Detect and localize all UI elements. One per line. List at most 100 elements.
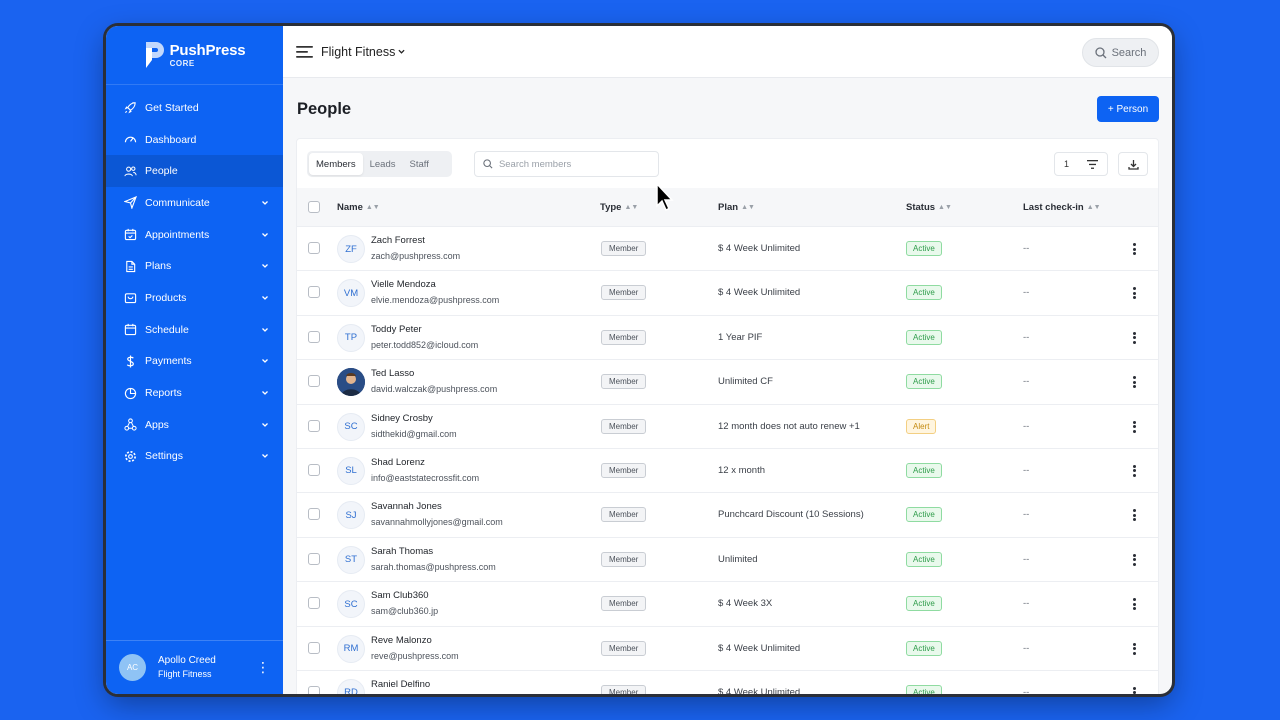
member-search[interactable] <box>474 151 659 177</box>
add-person-button[interactable]: + Person <box>1097 96 1159 122</box>
user-menu-icon[interactable]: ⋮ <box>253 659 273 676</box>
table-row[interactable]: TP Toddy Peter peter.todd852@icloud.com Mem… <box>297 316 1158 361</box>
avatar[interactable]: SL <box>337 456 365 485</box>
row-menu-icon[interactable] <box>1129 640 1139 658</box>
avatar[interactable]: ST <box>337 545 365 574</box>
select-all-checkbox[interactable] <box>308 201 320 213</box>
column-name[interactable]: Name ▲▼ <box>337 202 380 213</box>
table-row[interactable]: ZF Zach Forrest zach@pushpress.com Member $ … <box>297 227 1158 272</box>
sidebar-item-settings[interactable]: Settings <box>106 441 283 473</box>
row-menu-icon[interactable] <box>1129 329 1139 347</box>
table-row[interactable]: Ted Lasso david.walczak@pushpress.com Memb… <box>297 360 1158 405</box>
row-checkbox[interactable] <box>308 286 320 299</box>
row-menu-icon[interactable] <box>1129 284 1139 302</box>
avatar[interactable] <box>337 368 365 397</box>
sidebar-item-dashboard[interactable]: Dashboard <box>106 124 283 156</box>
avatar[interactable]: SC <box>337 590 365 619</box>
table-row[interactable]: SC Sidney Crosby sidthekid@gmail.com Member… <box>297 405 1158 449</box>
global-search-button[interactable]: Search <box>1082 38 1159 67</box>
member-name[interactable]: Zach Forrest <box>371 235 425 246</box>
sidebar-item-apps[interactable]: Apps <box>106 409 283 441</box>
row-menu-icon[interactable] <box>1129 684 1139 694</box>
table-body: ZF Zach Forrest zach@pushpress.com Member $ … <box>297 227 1158 694</box>
dollar-icon <box>123 354 137 368</box>
row-menu-icon[interactable] <box>1129 506 1139 524</box>
member-name[interactable]: Sidney Crosby <box>371 413 433 424</box>
row-checkbox[interactable] <box>308 685 320 694</box>
member-name[interactable]: Raniel Delfino <box>371 679 430 690</box>
row-checkbox[interactable] <box>308 552 320 565</box>
search-input[interactable] <box>498 158 658 170</box>
sidebar-item-appointments[interactable]: Appointments <box>106 219 283 251</box>
member-name[interactable]: Ted Lasso <box>371 368 414 379</box>
row-checkbox[interactable] <box>308 242 320 254</box>
member-name[interactable]: Toddy Peter <box>371 324 422 335</box>
sidebar: PushPress CORE Get Started Dashboard Peopl… <box>106 26 283 694</box>
sidebar-item-plans[interactable]: Plans <box>106 250 283 282</box>
row-checkbox[interactable] <box>308 641 320 654</box>
sidebar-item-people[interactable]: People <box>106 155 283 188</box>
pushpress-logo-icon <box>145 42 164 68</box>
member-name[interactable]: Vielle Mendoza <box>371 279 436 290</box>
gauge-icon <box>123 133 137 147</box>
table-row[interactable]: SC Sam Club360 sam@club360.jp Member $ 4 Wee… <box>297 582 1158 627</box>
sidebar-item-label: Communicate <box>145 196 210 209</box>
brand-name: PushPress <box>169 41 246 59</box>
member-name[interactable]: Sam Club360 <box>371 590 429 601</box>
member-name[interactable]: Sarah Thomas <box>371 546 433 557</box>
column-plan[interactable]: Plan ▲▼ <box>718 202 755 213</box>
avatar[interactable]: RM <box>337 634 365 663</box>
sidebar-item-get-started[interactable]: Get Started <box>106 92 283 124</box>
sidebar-item-products[interactable]: Products <box>106 282 283 314</box>
sidebar-item-label: Apps <box>145 418 169 431</box>
member-email: david.walczak@pushpress.com <box>371 384 498 395</box>
column-status[interactable]: Status ▲▼ <box>906 202 952 213</box>
avatar[interactable]: TP <box>337 323 365 352</box>
avatar[interactable]: SJ <box>337 501 365 530</box>
last-checkin: -- <box>1023 686 1030 694</box>
row-menu-icon[interactable] <box>1129 595 1139 613</box>
tab-staff[interactable]: Staff <box>402 153 435 175</box>
column-type[interactable]: Type ▲▼ <box>600 202 638 213</box>
sidebar-item-reports[interactable]: Reports <box>106 377 283 409</box>
sidebar-item-payments[interactable]: Payments <box>106 346 283 378</box>
user-profile[interactable]: AC Apollo Creed Flight Fitness ⋮ <box>106 640 283 694</box>
last-checkin: -- <box>1023 376 1030 388</box>
table-row[interactable]: RD Raniel Delfino Member $ 4 Week Unlimited… <box>297 671 1158 694</box>
avatar[interactable]: RD <box>337 678 365 694</box>
avatar[interactable]: ZF <box>337 235 365 263</box>
gym-selector[interactable]: Flight Fitness <box>321 45 405 59</box>
row-checkbox[interactable] <box>308 419 320 432</box>
column-last-checkin[interactable]: Last check-in ▲▼ <box>1023 202 1101 213</box>
download-button[interactable] <box>1118 152 1148 176</box>
avatar[interactable]: VM <box>337 279 365 308</box>
avatar[interactable]: AC <box>119 654 146 681</box>
row-menu-icon[interactable] <box>1129 418 1139 436</box>
row-menu-icon[interactable] <box>1129 240 1139 258</box>
status-badge: Alert <box>906 418 937 434</box>
sidebar-item-communicate[interactable]: Communicate <box>106 187 283 219</box>
avatar[interactable]: SC <box>337 412 365 441</box>
table-row[interactable]: ST Sarah Thomas sarah.thomas@pushpress.com… <box>297 538 1158 583</box>
row-checkbox[interactable] <box>308 597 320 610</box>
row-checkbox[interactable] <box>308 463 320 476</box>
filter-button[interactable]: 1 <box>1054 152 1108 176</box>
row-checkbox[interactable] <box>308 375 320 388</box>
table-row[interactable]: SL Shad Lorenz info@eaststatecrossfit.com M… <box>297 449 1158 494</box>
row-checkbox[interactable] <box>308 330 320 343</box>
tab-leads[interactable]: Leads <box>363 153 403 175</box>
member-name[interactable]: Savannah Jones <box>371 501 442 512</box>
logo[interactable]: PushPress CORE <box>106 26 283 85</box>
table-row[interactable]: RM Reve Malonzo reve@pushpress.com Member $ … <box>297 627 1158 671</box>
member-name[interactable]: Reve Malonzo <box>371 635 432 646</box>
menu-icon[interactable] <box>296 45 314 59</box>
table-row[interactable]: VM Vielle Mendoza elvie.mendoza@pushpress.… <box>297 271 1158 316</box>
sidebar-item-schedule[interactable]: Schedule <box>106 314 283 346</box>
row-menu-icon[interactable] <box>1129 373 1139 391</box>
row-menu-icon[interactable] <box>1129 462 1139 480</box>
member-name[interactable]: Shad Lorenz <box>371 457 425 468</box>
row-menu-icon[interactable] <box>1129 551 1139 569</box>
tab-members[interactable]: Members <box>309 153 363 175</box>
table-row[interactable]: SJ Savannah Jones savannahmollyjones@gmail… <box>297 493 1158 538</box>
row-checkbox[interactable] <box>308 508 320 521</box>
